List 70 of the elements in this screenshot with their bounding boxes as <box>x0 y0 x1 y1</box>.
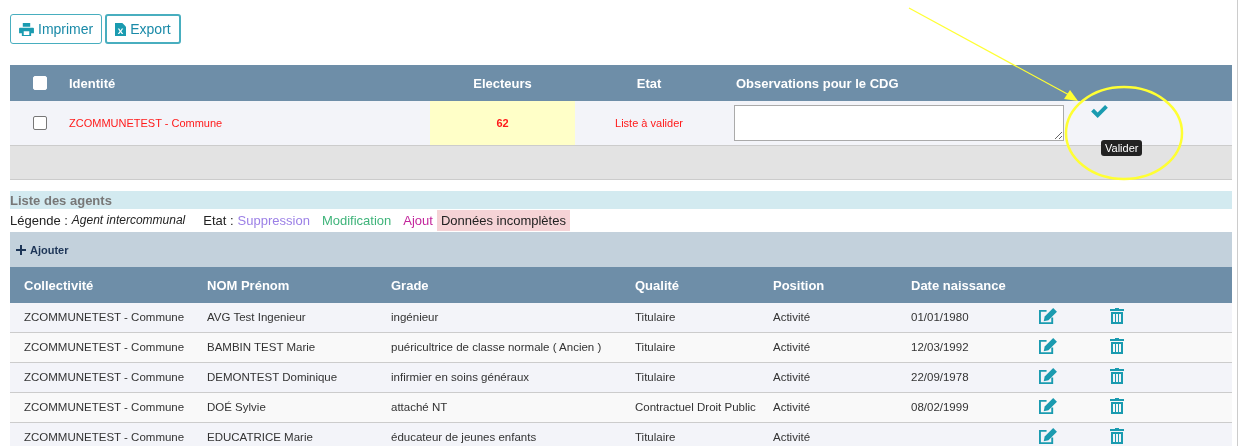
legend-item: Données incomplètes <box>436 209 570 231</box>
print-icon <box>19 22 34 36</box>
legend-item: Ajout <box>403 211 433 230</box>
table-cell: EDUCATRICE Marie <box>207 431 313 443</box>
column-header: Identité <box>69 75 116 91</box>
column-header: NOM Prénom <box>207 277 290 293</box>
trash-icon[interactable] <box>1110 398 1124 414</box>
table-cell: 12/03/1992 <box>911 341 969 353</box>
edit-icon[interactable] <box>1038 427 1057 445</box>
column-header: Electeurs <box>473 75 532 91</box>
file-icon <box>115 22 127 36</box>
trash-icon[interactable] <box>1110 368 1124 384</box>
legend-item: Modification <box>321 211 392 230</box>
table-cell: ZCOMMUNETEST - Commune <box>69 117 223 129</box>
column-header: Collectivité <box>24 277 94 293</box>
trash-icon[interactable] <box>1110 338 1124 354</box>
table-cell: infirmier en soins généraux <box>391 371 530 383</box>
column-header: Grade <box>391 277 429 293</box>
table-cell: ZCOMMUNETEST - Commune <box>24 371 185 383</box>
export-button[interactable]: Export <box>105 14 181 44</box>
column-header: Etat <box>636 75 662 91</box>
table-cell: Activité <box>773 341 811 353</box>
legend-item: Suppression <box>237 211 310 230</box>
legend-text: Agent intercommunal <box>71 213 186 227</box>
table-cell: attaché NT <box>391 401 448 413</box>
table-cell: 62 <box>430 101 575 145</box>
table-cell: Activité <box>773 401 811 413</box>
table-cell: DOÉ Sylvie <box>207 401 266 413</box>
table-cell: Activité <box>773 431 811 443</box>
table-cell: Activité <box>773 311 811 323</box>
table-cell: Activité <box>773 371 811 383</box>
text-area[interactable] <box>734 105 1064 141</box>
add-button[interactable]: Ajouter <box>16 243 69 256</box>
edit-icon[interactable] <box>1038 367 1057 385</box>
column-header: Position <box>773 277 825 293</box>
table-cell: 08/02/1999 <box>911 401 969 413</box>
table-cell: ZCOMMUNETEST - Commune <box>24 311 185 323</box>
table-cell: Contractuel Droit Public <box>635 401 756 413</box>
plus-icon <box>16 244 26 255</box>
table-cell: BAMBIN TEST Marie <box>207 341 316 353</box>
table-cell: AVG Test Ingenieur <box>207 311 306 323</box>
section-title: Liste des agents <box>10 191 1232 209</box>
table-cell: Titulaire <box>635 371 676 383</box>
table-cell: DEMONTEST Dominique <box>207 371 338 383</box>
trash-icon[interactable] <box>1110 308 1124 324</box>
edit-icon[interactable] <box>1038 397 1057 415</box>
column-header: Observations pour le CDG <box>736 75 899 91</box>
table-cell: éducateur de jeunes enfants <box>391 431 537 443</box>
table-cell: 01/01/1980 <box>911 311 969 323</box>
table-cell: ZCOMMUNETEST - Commune <box>24 431 185 443</box>
tooltip: Valider <box>1101 140 1143 156</box>
table-cell: ZCOMMUNETEST - Commune <box>24 341 185 353</box>
column-header: Date naissance <box>911 277 1006 293</box>
table-cell: ZCOMMUNETEST - Commune <box>24 401 185 413</box>
column-header: Qualité <box>635 277 680 293</box>
table-cell: 22/09/1978 <box>911 371 969 383</box>
table-cell: Titulaire <box>635 311 676 323</box>
table-cell: Titulaire <box>635 341 676 353</box>
legend-label: Légende : <box>10 212 68 228</box>
trash-icon[interactable] <box>1110 428 1124 444</box>
checkbox[interactable] <box>32 116 47 130</box>
edit-icon[interactable] <box>1038 307 1057 325</box>
print-button[interactable]: Imprimer <box>10 14 103 44</box>
check-icon[interactable] <box>1091 105 1108 118</box>
legend-label: Etat : <box>203 212 234 228</box>
table-cell: puéricultrice de classe normale ( Ancien ) <box>391 341 602 353</box>
edit-icon[interactable] <box>1038 337 1057 355</box>
table-cell: Titulaire <box>635 431 676 443</box>
table-cell: ingénieur <box>391 311 439 323</box>
table-cell: Liste à valider <box>615 117 683 129</box>
